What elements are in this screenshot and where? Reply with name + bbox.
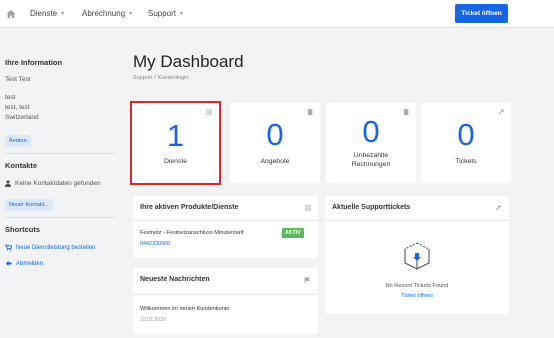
home-icon[interactable] <box>6 9 16 19</box>
ticket-icon <box>498 109 504 115</box>
address-line-1: test <box>5 94 16 101</box>
user-name: Test Test <box>5 76 31 83</box>
chevron-down-icon: ▾ <box>129 11 133 17</box>
panel-title: Neueste Nachrichten <box>140 276 210 283</box>
edit-info-button[interactable]: Ändern <box>5 135 31 147</box>
no-tickets-text: No Recent Tickets Found <box>385 283 449 289</box>
ticket-icon <box>495 205 501 211</box>
stat-tile-quotes[interactable]: 0 Angebote <box>230 103 320 183</box>
news-item-text[interactable]: Willkommen im neuen Kundenkonto <box>140 306 230 312</box>
nav-dienste-label: Dienste <box>30 9 58 18</box>
stat-label: Tickets <box>455 158 477 165</box>
divider <box>5 217 115 218</box>
stat-label: Dienste <box>163 158 188 165</box>
list-icon <box>206 109 212 115</box>
no-contacts-row: Keine Kontaktdaten gefunden <box>5 180 101 187</box>
stat-tile-services[interactable]: 1 Dienste <box>130 101 221 185</box>
stat-tile-unpaid-invoices[interactable]: 0 Unbezahlte Rechnungen <box>326 103 416 183</box>
stat-label-line-2: Rechnungen <box>351 161 391 168</box>
list-icon <box>305 205 311 211</box>
nav-abrechnung[interactable]: Abrechnung ▾ <box>82 9 132 18</box>
news-panel: Neueste Nachrichten <box>133 268 318 334</box>
panel-title: Aktuelle Supporttickets <box>332 204 411 211</box>
sidebar: Ihre Information Test Test test test, te… <box>0 28 118 338</box>
stat-label: Angebote <box>260 158 290 165</box>
logout-link[interactable]: Abmelden <box>5 260 43 267</box>
stat-tile-tickets[interactable]: 0 Tickets <box>421 103 511 183</box>
top-navbar: Dienste ▾ Abrechnung ▾ Support ▾ Ticket … <box>0 0 554 28</box>
order-service-label: Neue Dienstleistung bestellen <box>16 244 96 251</box>
news-item-date: 10.01.2020 <box>140 317 166 323</box>
active-products-panel: Ihre aktiven Produkte/Dienste <box>133 196 318 258</box>
stat-value: 0 <box>457 117 475 152</box>
stat-value: 0 <box>362 114 380 149</box>
chevron-down-icon: ▾ <box>61 11 65 17</box>
nav-support-label: Support <box>148 9 177 18</box>
flag-icon <box>304 277 310 283</box>
nav-dienste[interactable]: Dienste ▾ <box>30 9 64 18</box>
address-line-3: Switzerland <box>5 114 39 121</box>
status-badge: AKTIV <box>282 228 304 238</box>
open-ticket-button[interactable]: Ticket öffnen <box>455 4 508 23</box>
no-contacts-text: Keine Kontaktdaten gefunden <box>15 180 101 187</box>
user-icon <box>5 180 11 187</box>
breadcrumb-item-current: Kundenlogin <box>157 75 189 81</box>
logout-label: Abmelden <box>16 260 44 267</box>
breadcrumb-item[interactable]: Support <box>133 75 152 81</box>
stat-value: 1 <box>166 118 185 153</box>
empty-box-icon <box>403 242 431 270</box>
contacts-heading: Kontakte <box>5 161 38 170</box>
address-line-2: test, test <box>5 104 30 111</box>
open-ticket-link[interactable]: Ticket öffnen <box>333 293 501 299</box>
stat-value: 0 <box>266 117 284 152</box>
divider <box>5 153 115 154</box>
chevron-down-icon: ▾ <box>180 11 184 17</box>
new-contact-button[interactable]: Neuer Kontakt... <box>5 199 53 211</box>
product-number[interactable]: 0442330000 <box>140 241 170 247</box>
divider <box>133 294 318 295</box>
page-title: My Dashboard <box>133 52 244 71</box>
divider <box>133 220 318 221</box>
cart-icon <box>5 244 12 251</box>
arrow-left-icon <box>5 260 12 267</box>
info-heading: Ihre Information <box>5 58 63 67</box>
document-icon <box>307 109 313 115</box>
panel-title: Ihre aktiven Produkte/Dienste <box>140 204 239 211</box>
shortcuts-heading: Shortcuts <box>5 225 41 234</box>
nav-support[interactable]: Support ▾ <box>148 9 183 18</box>
nav-abrechnung-label: Abrechnung <box>82 9 126 18</box>
breadcrumb: Support / Kundenlogin <box>133 75 189 81</box>
stat-label-line-1: Unbezahlte <box>353 152 389 159</box>
product-name[interactable]: Festnetz - Festnetzanschluss Minutentari… <box>140 230 244 236</box>
divider <box>325 220 509 221</box>
order-service-link[interactable]: Neue Dienstleistung bestellen <box>5 244 95 251</box>
